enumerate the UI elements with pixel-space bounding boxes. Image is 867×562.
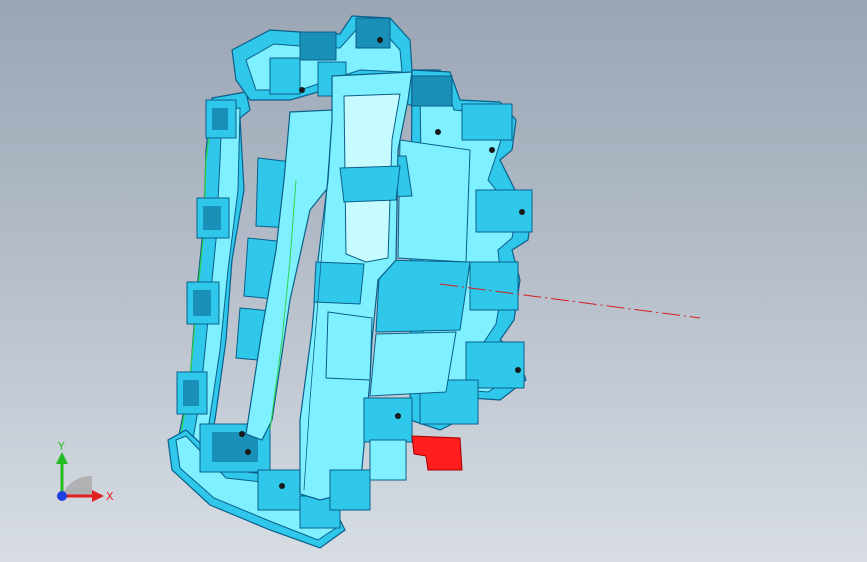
z-axis-dot-icon xyxy=(57,491,67,501)
graphics-viewport[interactable]: Y X xyxy=(0,0,867,562)
x-axis-arrowhead-icon xyxy=(92,490,104,502)
cad-part-model[interactable] xyxy=(0,0,867,562)
y-axis-arrowhead-icon xyxy=(56,452,68,464)
x-axis-label: X xyxy=(106,490,114,503)
selected-face[interactable] xyxy=(411,435,463,471)
coordinate-triad-icon: Y X xyxy=(56,440,114,503)
y-axis-label: Y xyxy=(57,440,65,453)
triad-plane-icon xyxy=(62,475,92,496)
